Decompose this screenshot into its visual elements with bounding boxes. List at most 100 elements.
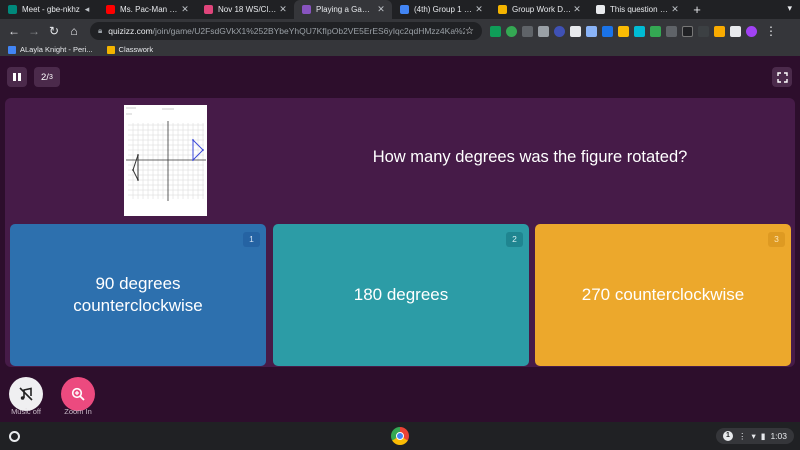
close-icon[interactable]: ✕ [670, 4, 680, 15]
bookmark-label: ALayla Knight - Peri... [20, 45, 93, 54]
launcher-icon[interactable] [9, 431, 20, 442]
extension-icon[interactable] [554, 25, 565, 37]
close-icon[interactable]: ✕ [180, 4, 190, 15]
extension-icon[interactable] [618, 25, 629, 37]
extension-icon[interactable] [570, 25, 581, 37]
extension-icon[interactable] [650, 25, 661, 37]
pause-icon [13, 73, 16, 81]
music-label: Music off [11, 407, 41, 416]
option-number: 2 [506, 232, 523, 247]
speaker-icon[interactable]: ◂ [82, 4, 92, 15]
extensions-area [490, 25, 757, 37]
kebab-menu-icon[interactable]: ⋮ [765, 24, 777, 38]
tab-title: Group Work Directi [512, 5, 572, 14]
zoom-in-button[interactable] [61, 377, 95, 411]
extension-icon[interactable] [522, 25, 533, 37]
option-number: 1 [243, 232, 260, 247]
back-icon[interactable]: ← [4, 24, 24, 38]
answer-option-3[interactable]: 3 270 counterclockwise [535, 224, 791, 366]
extension-icon[interactable] [506, 25, 517, 37]
home-icon[interactable]: ⌂ [64, 24, 84, 38]
browser-tab[interactable]: Nov 18 WS/Closing ✕ [196, 0, 294, 19]
tab-search-icon[interactable]: ▾ [787, 3, 792, 14]
extension-icon[interactable] [730, 25, 741, 37]
answer-option-2[interactable]: 2 180 degrees [273, 224, 529, 366]
quizizz-icon [302, 5, 311, 14]
fullscreen-icon [776, 71, 788, 83]
lock-icon[interactable]: 🔒︎ [98, 26, 102, 36]
reload-icon[interactable]: ↻ [44, 24, 64, 38]
pause-button[interactable] [7, 67, 27, 87]
music-off-icon [19, 387, 33, 401]
option-label: 90 degrees counterclockwise [73, 274, 203, 315]
extension-icon[interactable] [634, 25, 645, 37]
tab-title: Ms. Pac-Man - Part [120, 5, 180, 14]
url-text: quizizz.com/join/game/U2FsdGVkX1%252BYbe… [108, 26, 465, 36]
image-icon [204, 5, 213, 14]
question-text: How many degrees was the figure rotated? [372, 148, 688, 166]
coordinate-grid-figure [124, 105, 207, 216]
new-tab-button[interactable]: + [686, 0, 708, 19]
status-tray[interactable]: 1 ⋮ ▾ ▮ 1:03 [715, 428, 794, 444]
tab-title: This question easy [610, 5, 670, 14]
bookmark-item[interactable]: ALayla Knight - Peri... [8, 45, 93, 54]
fullscreen-button[interactable] [772, 67, 792, 87]
forward-icon[interactable]: → [24, 24, 44, 38]
url-domain: quizizz.com [108, 26, 153, 36]
wifi-icon: ▾ [751, 430, 756, 441]
slides-icon [498, 5, 507, 14]
chrome-icon[interactable] [391, 427, 409, 445]
profile-avatar[interactable] [746, 25, 757, 37]
tab-title: Nov 18 WS/Closing [218, 5, 278, 14]
docs-icon [8, 45, 16, 54]
address-bar[interactable]: 🔒︎ quizizz.com/join/game/U2FsdGVkX1%252B… [90, 22, 482, 40]
close-icon[interactable]: ✕ [474, 4, 484, 15]
question-image[interactable] [124, 105, 207, 216]
counter-total: 3 [48, 73, 53, 81]
brainly-icon [596, 5, 605, 14]
option-label: 180 degrees [353, 285, 449, 304]
url-path: /join/game/U2FsdGVkX1%252BYbeYhQU7KfIpOb… [152, 26, 466, 36]
extension-icon[interactable] [666, 25, 677, 37]
answer-option-1[interactable]: 1 90 degrees counterclockwise [10, 224, 266, 366]
extension-icon[interactable] [698, 25, 709, 37]
browser-tab[interactable]: Ms. Pac-Man - Part ✕ [98, 0, 196, 19]
close-icon[interactable]: ✕ [376, 4, 386, 15]
quiz-page: 2/3 How many degrees was the figure rota… [0, 56, 800, 422]
music-toggle-button[interactable] [9, 377, 43, 411]
tab-title: Meet - gbe-nkhz [22, 5, 80, 14]
os-shelf: 1 ⋮ ▾ ▮ 1:03 [0, 422, 800, 450]
extension-icon[interactable] [586, 25, 597, 37]
browser-toolbar: ← → ↻ ⌂ 🔒︎ quizizz.com/join/game/U2FsdGV… [0, 19, 800, 43]
browser-tab-active[interactable]: Playing a Game - Q ✕ [294, 0, 392, 19]
tab-title: Playing a Game - Q [316, 5, 376, 14]
question-counter: 2/3 [34, 67, 60, 87]
game-topbar: 2/3 [0, 56, 800, 98]
battery-icon: ▮ [760, 430, 766, 441]
counter-current: 2/ [41, 71, 49, 83]
bookmark-star-icon[interactable]: ☆ [465, 26, 474, 37]
notification-count: 1 [722, 431, 733, 441]
extension-icon[interactable] [490, 25, 501, 37]
browser-tab[interactable]: Group Work Directi ✕ [490, 0, 588, 19]
tab-title: (4th) Group 1 - Goo [414, 5, 474, 14]
close-icon[interactable]: ✕ [572, 4, 582, 15]
browser-tab[interactable]: Meet - gbe-nkhz ◂ [0, 0, 98, 19]
tab-strip: Meet - gbe-nkhz ◂ Ms. Pac-Man - Part ✕ N… [0, 0, 800, 19]
close-icon[interactable]: ✕ [278, 4, 288, 15]
clock: 1:03 [770, 431, 787, 441]
option-number: 3 [768, 232, 785, 247]
extension-icon[interactable] [538, 25, 549, 37]
bookmark-item[interactable]: Classwork [106, 45, 153, 54]
extension-icon[interactable] [682, 25, 693, 37]
zoom-label: Zoom In [64, 407, 92, 416]
classroom-icon [106, 45, 115, 54]
browser-tab[interactable]: This question easy ✕ [588, 0, 686, 19]
network-icon: ⋮ [737, 430, 747, 441]
extension-icon[interactable] [714, 25, 725, 37]
pause-icon [18, 73, 21, 81]
option-label: 270 counterclockwise [581, 285, 745, 304]
extension-icon[interactable] [602, 25, 613, 37]
docs-icon [400, 5, 409, 14]
browser-tab[interactable]: (4th) Group 1 - Goo ✕ [392, 0, 490, 19]
